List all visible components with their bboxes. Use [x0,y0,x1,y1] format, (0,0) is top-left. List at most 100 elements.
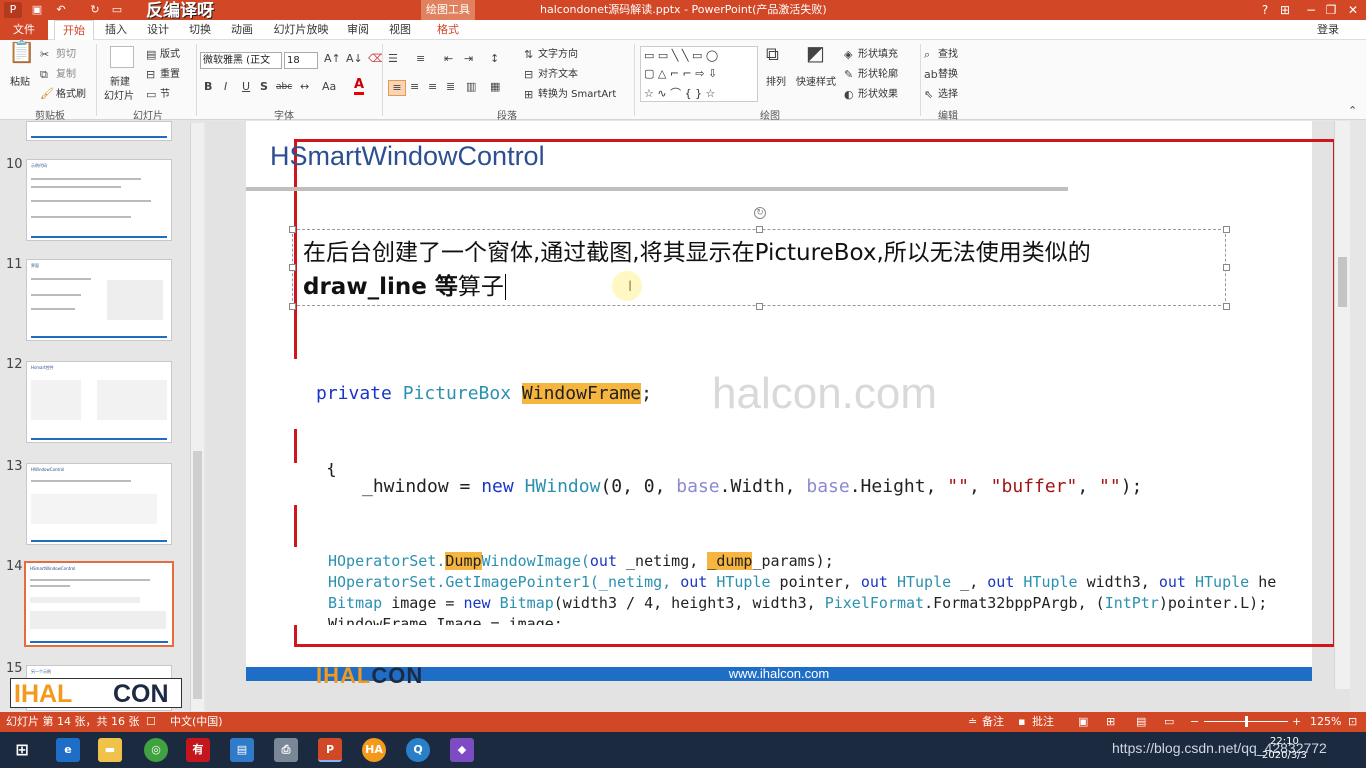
slide-sorter-icon[interactable]: ⊞ [1106,712,1115,732]
present-icon[interactable]: ▭ [108,2,126,18]
comments-icon[interactable]: ▪ [1018,712,1025,732]
increase-indent-icon[interactable]: ⇥ [464,52,473,66]
normal-view-icon[interactable]: ▣ [1078,712,1088,732]
replace-icon[interactable]: ab [924,68,938,82]
select-button[interactable]: 选择 [938,88,958,101]
zoom-level[interactable]: 125% [1310,712,1341,732]
change-case-button[interactable]: Aa [322,80,336,94]
quick-styles-button[interactable]: 快速样式 [796,76,836,89]
format-painter-icon[interactable]: 🖌 [40,87,54,101]
slide-thumbnail-9[interactable] [26,121,172,141]
shape-fill-icon[interactable]: ◈ [844,48,852,62]
save-icon[interactable]: ▣ [28,2,46,18]
select-icon[interactable]: ⇖ [924,88,933,102]
copy-button[interactable]: 复制 [56,68,76,81]
thumbnail-scrollbar[interactable] [190,123,204,711]
font-color-icon[interactable]: A [354,78,365,95]
layout-button[interactable]: 版式 [160,48,180,61]
rotate-handle-icon[interactable]: ↻ [754,207,766,219]
cut-button[interactable]: 剪切 [56,48,76,61]
tab-transitions[interactable]: 切换 [182,20,218,40]
tab-design[interactable]: 设计 [140,20,176,40]
resize-handle[interactable] [756,303,763,310]
tab-slideshow[interactable]: 幻灯片放映 [268,20,334,40]
editor-vertical-scrollbar[interactable] [1334,121,1350,689]
text-box-body[interactable]: 在后台创建了一个窗体,通过截图,将其显示在PictureBox,所以无法使用类似… [303,236,1223,304]
justify-icon[interactable]: ≣ [446,80,455,94]
reading-view-icon[interactable]: ▤ [1136,712,1146,732]
visual-studio-icon[interactable]: ◆ [450,738,474,762]
bullets-icon[interactable]: ☰ [388,52,398,66]
file-explorer-icon[interactable]: ▬ [98,738,122,762]
grow-font-icon[interactable]: A↑ [324,52,341,66]
comments-button[interactable]: 批注 [1032,712,1054,732]
arrange-icon[interactable]: ⧉ [766,46,779,64]
spellcheck-icon[interactable]: ☐ [146,712,156,732]
tab-file[interactable]: 文件 [0,20,48,40]
align-right-icon[interactable]: ≡ [428,80,437,94]
slide-title[interactable]: HSmartWindowControl [270,141,545,172]
halcon-icon[interactable]: HA [362,738,386,762]
slide-thumbnail[interactable]: 示例代码 [26,159,172,241]
shape-effects-icon[interactable]: ◐ [844,88,854,102]
paste-icon[interactable]: 📋 [8,42,35,72]
undo-icon[interactable]: ↶ [52,2,70,18]
resize-handle[interactable] [1223,226,1230,233]
numbering-icon[interactable]: ≡ [416,52,425,66]
shapes-gallery[interactable]: ▭ ▭ ╲ ╲ ▭ ◯ ▢ △ ⌐ ⌐ ⇨ ⇩ ☆ ∿ ⌒ { } ☆ [640,46,758,102]
layout-icon[interactable]: ▤ [146,48,156,62]
edge-icon[interactable]: e [56,738,80,762]
redo-icon[interactable]: ↻ [86,2,104,18]
paste-button[interactable]: 粘贴 [10,76,30,89]
shadow-button[interactable]: S [260,80,268,94]
control-panel-icon[interactable]: ▤ [230,738,254,762]
browser-icon[interactable]: ◎ [144,738,168,762]
zoom-slider[interactable] [1204,716,1288,727]
shape-fill-button[interactable]: 形状填充 [858,48,898,61]
font-family-select[interactable]: 微软雅黑 (正文 [200,52,282,69]
selected-text-box[interactable]: 在后台创建了一个窗体,通过截图,将其显示在PictureBox,所以无法使用类似… [289,226,1230,310]
align-center-icon[interactable]: ≡ [410,80,419,94]
distribute-icon[interactable]: ▥ [466,80,476,94]
section-icon[interactable]: ▭ [146,88,156,102]
text-direction-icon[interactable]: ⇅ [524,48,533,62]
columns-icon[interactable]: ▦ [490,80,500,94]
resize-handle[interactable] [1223,264,1230,271]
new-slide-button[interactable]: 新建 [110,76,130,89]
font-size-select[interactable]: 18 [284,52,318,69]
thumbnail-scrollbar-thumb[interactable] [193,451,202,699]
resize-handle[interactable] [1223,303,1230,310]
collapse-ribbon-icon[interactable]: ⌃ [1348,104,1357,118]
new-slide-button-label2[interactable]: 幻灯片 [104,90,134,103]
shape-outline-icon[interactable]: ✎ [844,68,853,82]
tab-home[interactable]: 开始 [54,20,94,40]
format-painter-button[interactable]: 格式刷 [56,88,86,101]
convert-smartart-button[interactable]: 转换为 SmartArt [538,88,616,101]
char-spacing-icon[interactable]: ↔ [300,80,309,94]
align-text-button[interactable]: 对齐文本 [538,68,578,81]
zoom-out-button[interactable]: − [1190,712,1199,732]
shrink-font-icon[interactable]: A↓ [346,52,363,66]
close-button[interactable]: ✕ [1340,0,1366,20]
italic-button[interactable]: I [224,80,227,94]
decrease-indent-icon[interactable]: ⇤ [444,52,453,66]
replace-button[interactable]: 替换 [938,68,958,81]
line-spacing-icon[interactable]: ↕ [490,52,499,66]
slide-thumbnail-selected[interactable]: HSmartWindowControl [24,561,174,647]
ribbon-display-button[interactable]: ⊞ [1272,0,1298,20]
slide-thumbnail[interactable]: HWindowControl [26,463,172,545]
resize-handle[interactable] [289,226,296,233]
language-indicator[interactable]: 中文(中国) [170,712,223,732]
reset-icon[interactable]: ⊟ [146,68,155,82]
youdao-icon[interactable]: 有 [186,738,210,762]
find-icon[interactable]: ⌕ [924,48,930,62]
find-button[interactable]: 查找 [938,48,958,61]
tab-insert[interactable]: 插入 [98,20,134,40]
printer-icon[interactable]: ⎙ [274,738,298,762]
align-left-icon[interactable]: ≡ [388,80,406,96]
editor-scrollbar-thumb[interactable] [1338,257,1347,307]
reset-button[interactable]: 重置 [160,68,180,81]
resize-handle[interactable] [756,226,763,233]
shape-effects-button[interactable]: 形状效果 [858,88,898,101]
tab-animations[interactable]: 动画 [224,20,260,40]
